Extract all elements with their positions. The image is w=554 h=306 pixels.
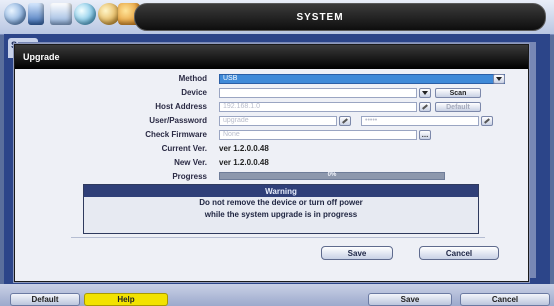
tv-icon[interactable] (50, 3, 72, 25)
camera-icon[interactable] (4, 3, 26, 25)
help-button[interactable]: Help (84, 293, 168, 306)
globe-icon[interactable] (74, 3, 96, 25)
dialog-title: Upgrade (15, 45, 528, 69)
user-field[interactable]: upgrade (219, 116, 337, 126)
method-select[interactable]: USB (219, 74, 505, 84)
host-default-button[interactable]: Default (435, 102, 481, 112)
check-firmware-button[interactable]: … (419, 130, 431, 140)
upgrade-progress-bar: 0% (219, 172, 445, 180)
current-version-value: ver 1.2.0.0.48 (219, 144, 269, 153)
chevron-down-icon (496, 77, 502, 81)
bottom-bar: Default Help Save Cancel (0, 284, 554, 306)
system-cancel-button[interactable]: Cancel (460, 293, 550, 306)
pencil-icon (342, 118, 348, 124)
check-firmware-field[interactable]: None (219, 130, 417, 140)
warning-line-1: Do not remove the device or turn off pow… (199, 198, 363, 207)
document-icon[interactable] (28, 3, 44, 25)
warning-line-2: while the system upgrade is in progress (204, 210, 358, 219)
method-dropdown-button[interactable] (493, 74, 505, 84)
system-save-button[interactable]: Save (368, 293, 452, 306)
window-title: SYSTEM (134, 3, 546, 31)
new-version-label: New Ver. (174, 158, 207, 167)
host-address-field[interactable]: 192.168.1.0 (219, 102, 417, 112)
scan-button[interactable]: Scan (435, 88, 481, 98)
password-field[interactable]: ••••• (361, 116, 479, 126)
cancel-button[interactable]: Cancel (419, 246, 499, 260)
check-firmware-label: Check Firmware (145, 130, 207, 139)
device-label: Device (181, 88, 207, 97)
method-label: Method (178, 74, 207, 83)
chevron-down-icon (422, 91, 428, 95)
dialog-separator (71, 237, 485, 238)
warning-title: Warning (84, 185, 478, 197)
progress-text: 0% (327, 172, 337, 178)
window-title-text: SYSTEM (296, 11, 344, 23)
star-icon[interactable] (98, 3, 120, 25)
pencil-icon (422, 104, 428, 110)
method-value: USB (223, 75, 238, 82)
top-toolbar: SYSTEM (0, 0, 554, 35)
host-address-edit-button[interactable] (419, 102, 431, 112)
password-edit-button[interactable] (481, 116, 493, 126)
device-dropdown-button[interactable] (419, 88, 431, 98)
current-version-label: Current Ver. (161, 144, 207, 153)
pencil-icon (484, 118, 490, 124)
ellipsis-icon: … (421, 131, 429, 139)
user-edit-button[interactable] (339, 116, 351, 126)
user-password-label: User/Password (149, 116, 207, 125)
device-field[interactable] (219, 88, 417, 98)
warning-box: Warning Do not remove the device or turn… (83, 184, 479, 234)
progress-label: Progress (172, 172, 207, 181)
new-version-value: ver 1.2.0.0.48 (219, 158, 269, 167)
default-button[interactable]: Default (10, 293, 80, 306)
save-button[interactable]: Save (321, 246, 393, 260)
host-address-label: Host Address (155, 102, 207, 111)
upgrade-dialog: Upgrade Method USB Device Scan Host Addr… (14, 44, 529, 282)
